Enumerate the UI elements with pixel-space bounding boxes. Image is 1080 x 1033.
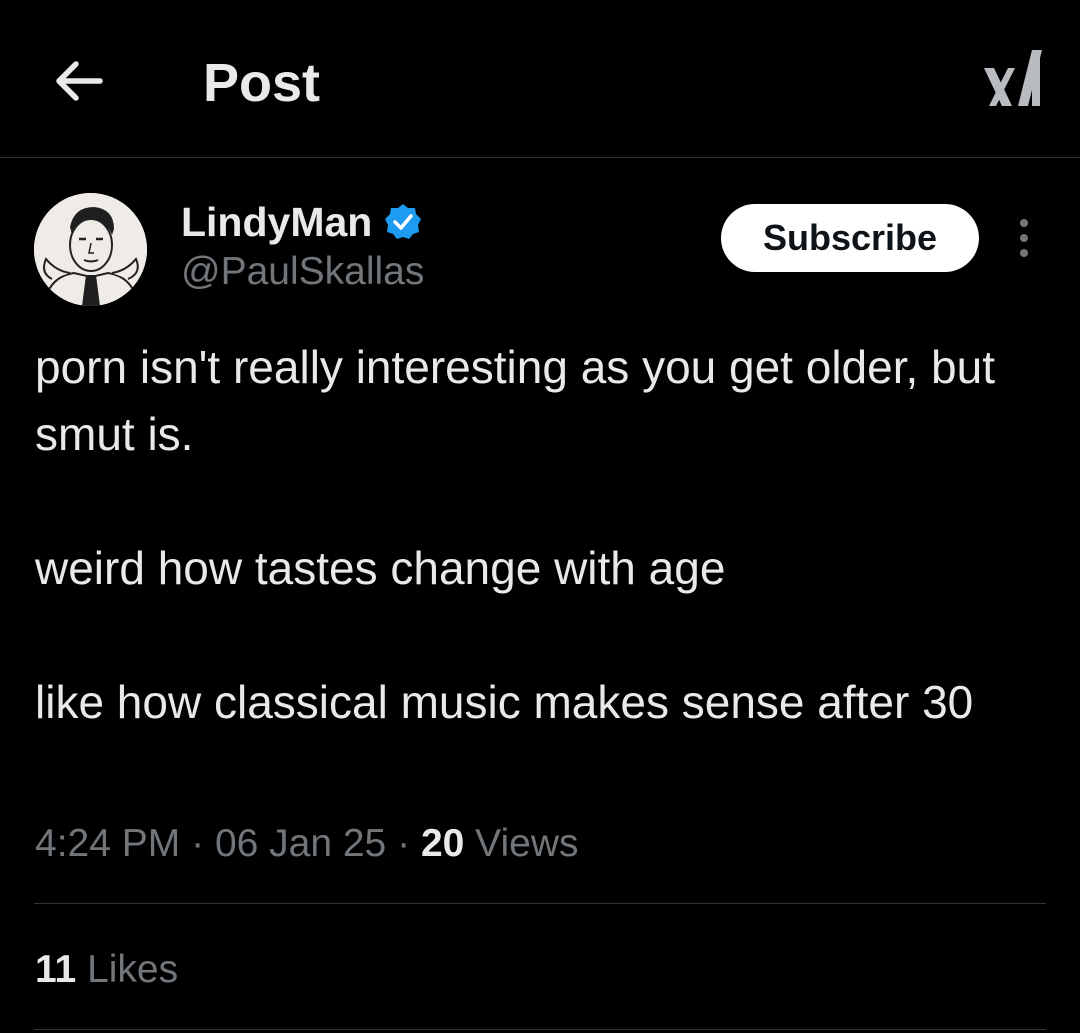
- arrow-left-icon: [56, 61, 103, 101]
- post-text: porn isn't really interesting as you get…: [35, 334, 1055, 736]
- author-avatar[interactable]: [34, 193, 147, 306]
- post-text-line: porn isn't really interesting as you get…: [35, 341, 996, 460]
- meta-separator: ·: [397, 822, 411, 865]
- post-text-line: weird how tastes change with age: [35, 542, 726, 594]
- likes-label: Likes: [87, 948, 179, 991]
- top-app-bar: Post: [0, 0, 1080, 158]
- likes-count: 11: [35, 948, 77, 991]
- page-title: Post: [203, 53, 321, 113]
- back-button[interactable]: [50, 52, 108, 110]
- more-vertical-icon: [1020, 219, 1028, 257]
- verified-badge-icon: [385, 204, 422, 239]
- author-handle[interactable]: @PaulSkallas: [181, 250, 424, 294]
- divider: [34, 903, 1046, 904]
- post-metadata: 4:24 PM · 06 Jan 25 · 20 Views: [35, 818, 579, 870]
- x-logo[interactable]: [982, 46, 1044, 110]
- author-name-link[interactable]: LindyMan: [181, 197, 422, 247]
- views-count: 20: [420, 822, 465, 865]
- divider: [34, 1029, 1046, 1030]
- likes-link[interactable]: 11 Likes: [35, 944, 178, 996]
- subscribe-button[interactable]: Subscribe: [721, 204, 979, 272]
- x-logo-icon: [984, 50, 1042, 106]
- post-date[interactable]: 06 Jan 25: [215, 822, 386, 865]
- post-text-line: like how classical music makes sense aft…: [35, 676, 974, 728]
- meta-separator: ·: [191, 822, 205, 865]
- views-label: Views: [475, 822, 579, 865]
- more-options-button[interactable]: [1004, 214, 1044, 262]
- avatar-sketch-image: [34, 193, 147, 306]
- author-display-name: LindyMan: [181, 198, 373, 245]
- post-time[interactable]: 4:24 PM: [35, 822, 180, 865]
